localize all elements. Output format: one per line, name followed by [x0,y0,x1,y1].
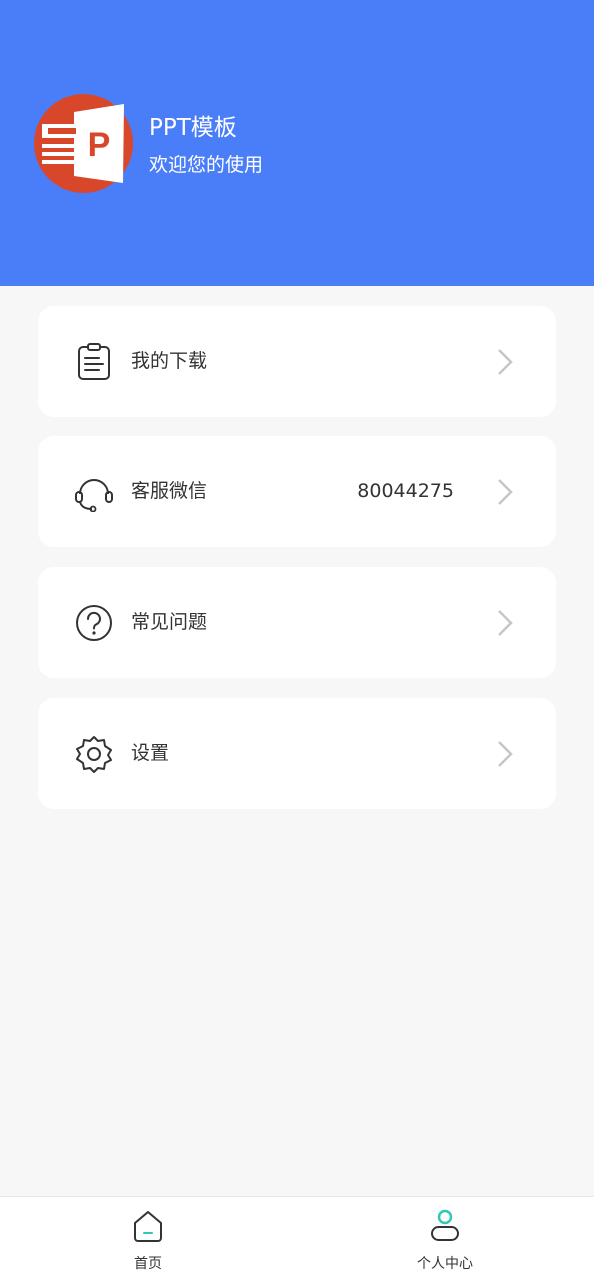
menu-item-label: 常见问题 [131,611,208,633]
tab-home[interactable]: 首页 [88,1197,208,1281]
menu-item-label: 设置 [131,742,170,764]
menu-item-label: 客服微信 [131,480,208,502]
chevron-right-icon [498,349,513,375]
menu-item-my-downloads[interactable]: 我的下载 [38,306,556,417]
profile-header: P PPT模板 欢迎您的使用 [0,0,594,286]
bottom-tab-bar: 首页 个人中心 [0,1196,594,1281]
tab-personal-center[interactable]: 个人中心 [385,1197,505,1281]
welcome-subtitle: 欢迎您的使用 [149,154,264,176]
gear-icon [76,736,112,773]
menu-item-faq[interactable]: 常见问题 [38,567,556,678]
tab-label: 个人中心 [417,1256,473,1272]
menu-item-customer-service-wechat[interactable]: 客服微信 80044275 [38,436,556,547]
svg-text:P: P [88,126,111,164]
home-icon [134,1211,162,1242]
chevron-right-icon [498,610,513,636]
powerpoint-logo-icon: P [34,94,133,193]
wechat-id-value: 80044275 [357,480,454,502]
chevron-right-icon [498,479,513,505]
clipboard-icon [78,343,110,380]
menu-item-settings[interactable]: 设置 [38,698,556,809]
tab-label: 首页 [134,1256,162,1272]
menu-item-label: 我的下载 [131,350,208,372]
question-circle-icon [76,605,112,641]
app-title: PPT模板 [149,115,237,141]
headset-icon [75,479,113,512]
chevron-right-icon [498,741,513,767]
user-icon [431,1209,459,1241]
